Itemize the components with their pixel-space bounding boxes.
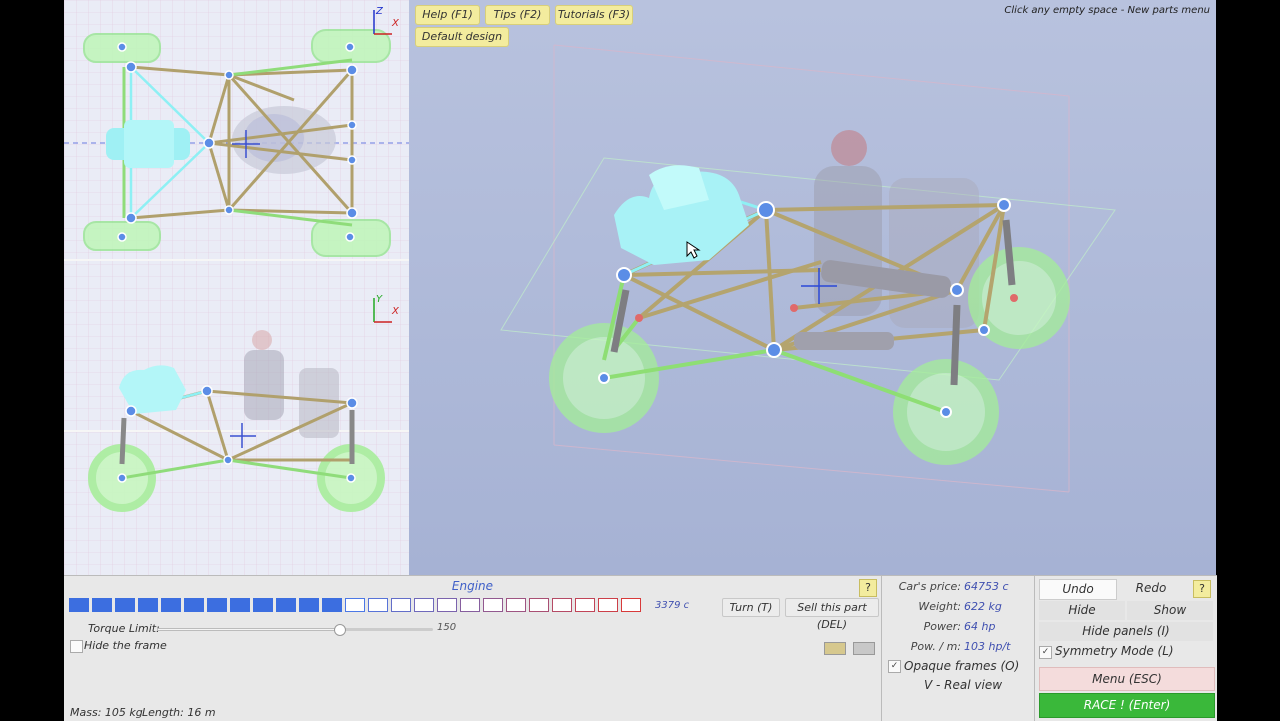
tutorials-button[interactable]: Tutorials (F3) [555,5,633,25]
power-bar-segment [437,598,457,612]
power-bar-segment [230,598,250,612]
opaque-frames-label: Opaque frames (O) [904,659,1020,673]
torque-max: 150 [437,622,457,633]
hide-button[interactable]: Hide [1039,601,1125,620]
side-axis-horizontal: X [391,306,400,317]
power-bar-segment [115,598,135,612]
power-bar-segment [529,598,549,612]
opaque-frames-checkbox[interactable]: ✓ [888,660,901,673]
hide-frame-label: Hide the frame [84,639,167,652]
power-value: 64 hp [964,620,996,633]
power-bar-segment [483,598,503,612]
checkbox-icon: ✓ [1041,647,1050,657]
power-bar-segment [138,598,158,612]
power-mass-value: 103 hp/t [964,640,1011,653]
left-letterbox [0,0,64,720]
weight-label: Weight: [918,600,961,613]
hide-frame-checkbox[interactable] [70,640,83,653]
torque-slider[interactable] [157,624,433,636]
power-bar-segment [552,598,572,612]
show-button[interactable]: Show [1127,601,1213,620]
top-view-viewport[interactable]: Z X [64,0,409,288]
power-bar-segment [368,598,388,612]
controls-panel: Undo Redo ? Hide Show Hide panels (I) ✓ … [1034,575,1217,721]
engine-panel: Engine ? 3379 c Turn (T) Sell this part … [64,575,881,721]
torque-slider-fill [157,628,340,631]
hint-text: Click any empty space - New parts menu [1004,5,1210,16]
price-label: Car's price: [898,580,961,593]
race-button[interactable]: RACE ! (Enter) [1039,693,1215,718]
tips-button[interactable]: Tips (F2) [485,5,550,25]
power-bar-segment [161,598,181,612]
engine-panel-title: Engine [451,579,494,593]
undo-button[interactable]: Undo [1039,579,1117,600]
help-button[interactable]: Help (F1) [415,5,480,25]
power-bar-segment [414,598,434,612]
color-swatch-tan[interactable] [824,642,846,655]
symmetry-checkbox[interactable]: ✓ [1039,646,1052,659]
torque-label: Torque Limit: [88,622,160,635]
turn-button[interactable]: Turn (T) [722,598,780,617]
power-bar-segment [460,598,480,612]
engine-price: 3379 c [655,600,690,611]
sell-part-button[interactable]: Sell this part (DEL) [785,598,879,631]
power-bar-segment [506,598,526,612]
power-label: Power: [923,620,961,633]
menu-button[interactable]: Menu (ESC) [1039,667,1215,691]
power-bar-segment [621,598,641,612]
torque-slider-handle[interactable] [334,624,347,636]
power-level-bar [69,598,641,612]
real-view-label: V - Real view [924,678,1003,692]
power-bar-segment [299,598,319,612]
power-bar-segment [69,598,89,612]
power-bar-segment [322,598,342,612]
power-bar-segment [598,598,618,612]
price-value: 64753 c [964,580,1009,593]
power-bar-segment [92,598,112,612]
perspective-viewport[interactable] [409,0,1216,575]
length-label: Length: 16 m [142,706,216,719]
power-bar-segment [391,598,411,612]
symmetry-label: Symmetry Mode (L) [1055,644,1174,658]
power-bar-segment [276,598,296,612]
power-bar-segment [207,598,227,612]
checkbox-icon: ✓ [890,661,899,671]
controls-help-button[interactable]: ? [1193,580,1211,598]
power-mass-label: Pow. / m: [910,640,961,653]
side-axis-vertical: Y [376,294,383,305]
right-letterbox [1216,0,1280,720]
power-bar-segment [184,598,204,612]
stats-panel: Car's price: 64753 c Weight: 622 kg Power:… [881,575,1035,721]
color-swatch-gray[interactable] [853,642,875,655]
hide-panels-button[interactable]: Hide panels (I) [1039,622,1213,641]
weight-value: 622 kg [964,600,1002,613]
redo-button[interactable]: Redo [1117,579,1185,598]
top-axis-horizontal: X [391,18,400,29]
engine-help-button[interactable]: ? [859,579,877,597]
power-bar-segment [575,598,595,612]
top-axis-vertical: Z [375,6,384,17]
mass-label: Mass: 105 kg [70,706,143,719]
power-bar-segment [253,598,273,612]
power-bar-segment [345,598,365,612]
default-design-button[interactable]: Default design [415,27,509,47]
side-view-viewport[interactable]: Y X [64,288,409,575]
